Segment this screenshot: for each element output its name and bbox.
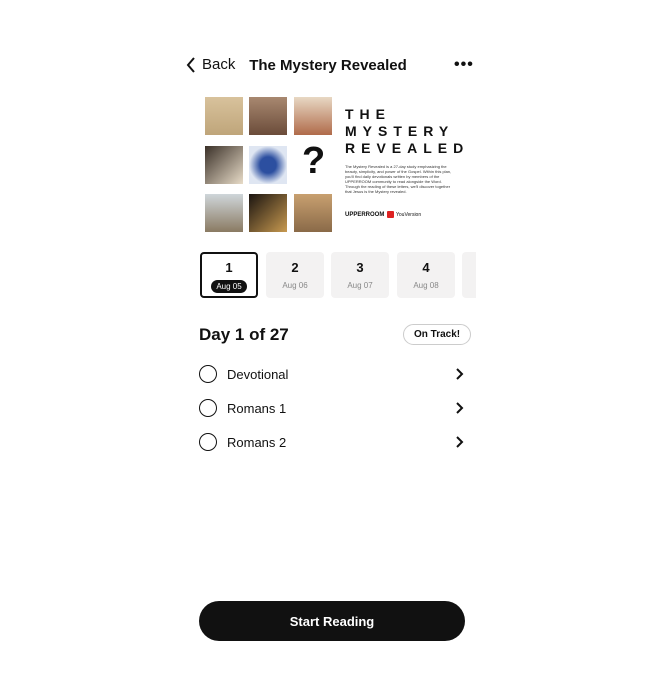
cover-photo	[205, 97, 243, 135]
checkbox-circle-icon[interactable]	[199, 365, 217, 383]
reading-item-romans-1[interactable]: Romans 1	[199, 397, 464, 419]
checkbox-circle-icon[interactable]	[199, 399, 217, 417]
back-label: Back	[202, 56, 236, 73]
day-tile-4[interactable]: 4 Aug 08	[397, 252, 455, 298]
cover-photo	[205, 146, 243, 184]
reading-label: Romans 1	[227, 400, 287, 416]
cover-description: The Mystery Revealed is a 27-day study e…	[345, 164, 452, 194]
more-options-button[interactable]: •••	[454, 56, 474, 74]
reading-item-devotional[interactable]: Devotional	[199, 363, 464, 385]
cover-photo	[294, 194, 332, 232]
cover-photo	[205, 194, 243, 232]
cover-photo	[294, 97, 332, 135]
upperroom-logo: UPPERROOM	[345, 212, 385, 218]
chevron-right-icon	[456, 402, 464, 414]
day-tile-5[interactable]	[462, 252, 476, 298]
reading-item-romans-2[interactable]: Romans 2	[199, 431, 464, 453]
reading-label: Romans 2	[227, 434, 287, 450]
day-progress-title: Day 1 of 27	[199, 325, 289, 344]
checkbox-circle-icon[interactable]	[199, 433, 217, 451]
day-tile-1[interactable]: 1 Aug 05	[200, 252, 258, 298]
reading-label: Devotional	[227, 366, 289, 382]
start-reading-button[interactable]: Start Reading	[199, 601, 465, 641]
page-title: The Mystery Revealed	[249, 57, 407, 74]
cover-photo	[249, 146, 287, 184]
cover-photo	[249, 194, 287, 232]
chevron-right-icon	[456, 436, 464, 448]
youversion-logo: YouVersion	[387, 211, 421, 218]
day-tile-3[interactable]: 3 Aug 07	[331, 252, 389, 298]
chevron-left-icon	[186, 56, 195, 73]
chevron-right-icon	[456, 368, 464, 380]
status-badge: On Track!	[403, 324, 472, 345]
back-button[interactable]: Back	[186, 56, 235, 73]
day-tile-2[interactable]: 2 Aug 06	[266, 252, 324, 298]
cover-photo	[249, 97, 287, 135]
question-mark: ?	[302, 140, 326, 182]
cover-title: THE MYSTERY REVEALED	[345, 106, 470, 156]
